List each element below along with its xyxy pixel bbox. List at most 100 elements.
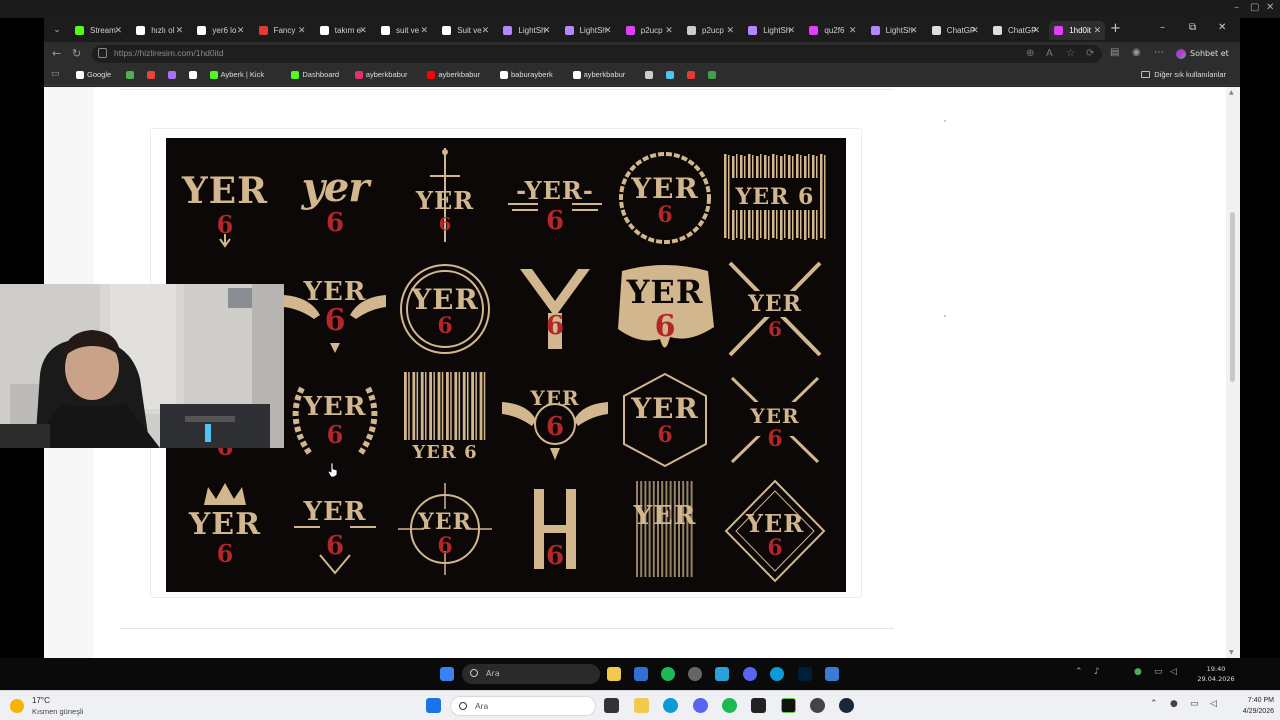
bookmark-item[interactable]: Dashboard xyxy=(291,70,339,79)
reload-icon[interactable]: ↻ xyxy=(72,47,81,60)
tab-close-icon[interactable]: ✕ xyxy=(726,21,734,40)
browser-tab[interactable]: Fancy ✕ xyxy=(254,21,310,40)
tab-close-icon[interactable]: ✕ xyxy=(665,21,673,40)
browser-tab[interactable]: suit ve ✕ xyxy=(376,21,432,40)
zoom-icon[interactable]: ⊕ xyxy=(1026,48,1034,59)
photoshop-icon[interactable] xyxy=(798,667,812,681)
tab-list-chevron-icon[interactable]: ⌄ xyxy=(50,23,64,37)
remote-search-box[interactable]: Ara xyxy=(462,664,600,684)
scroll-up-arrow-icon[interactable]: ▲ xyxy=(1229,89,1234,96)
windows-start-icon[interactable] xyxy=(440,667,454,681)
page-scrollbar[interactable]: ▲ ▼ xyxy=(1226,87,1240,658)
browser-tab[interactable]: p2ucp ✕ xyxy=(621,21,677,40)
profile-icon[interactable]: ◉ xyxy=(1132,47,1141,58)
tab-close-icon[interactable]: ✕ xyxy=(910,21,918,40)
discord-icon[interactable] xyxy=(693,698,708,713)
edge-icon[interactable] xyxy=(770,667,784,681)
scroll-down-arrow-icon[interactable]: ▼ xyxy=(1229,649,1234,656)
edge-icon[interactable] xyxy=(663,698,678,713)
favorite-star-icon[interactable]: ☆ xyxy=(1066,48,1075,59)
browser-tab[interactable]: p2ucp ✕ xyxy=(682,21,738,40)
scrollbar-thumb[interactable] xyxy=(1230,212,1235,382)
tab-close-icon[interactable]: ✕ xyxy=(114,21,122,40)
store-icon[interactable] xyxy=(634,667,648,681)
discord-icon[interactable] xyxy=(743,667,757,681)
browser-tab[interactable]: 1hd0it ✕ xyxy=(1049,21,1106,40)
terminal-icon[interactable] xyxy=(751,698,766,713)
steam-icon[interactable] xyxy=(839,698,854,713)
network-icon[interactable]: ▭ xyxy=(1190,699,1199,709)
window-minimize-icon[interactable]: – xyxy=(1160,22,1165,33)
window-restore-icon[interactable]: ⧉ xyxy=(1189,22,1196,33)
tab-close-icon[interactable]: ✕ xyxy=(1094,21,1102,40)
browser-tab[interactable]: Suit ve ✕ xyxy=(437,21,493,40)
volume-icon[interactable]: ◁ xyxy=(1210,699,1217,709)
address-bar[interactable]: https://hizliresim.com/1hd0itd ⊕ A ☆ ⟳ xyxy=(92,45,1102,63)
tab-close-icon[interactable]: ✕ xyxy=(604,21,612,40)
windows-start-icon[interactable] xyxy=(426,698,441,713)
speaker-icon[interactable]: ◁ xyxy=(1170,667,1177,677)
tray-chevron-icon[interactable]: ⌃ xyxy=(1150,699,1158,709)
collections-icon[interactable]: ▤ xyxy=(1110,47,1119,58)
tab-close-icon[interactable]: ✕ xyxy=(176,21,184,40)
tab-close-icon[interactable]: ✕ xyxy=(849,21,857,40)
bookmark-item[interactable]: Google xyxy=(76,70,111,79)
tray-chevron-icon[interactable]: ⌃ xyxy=(1075,667,1083,677)
tab-close-icon[interactable]: ✕ xyxy=(298,21,306,40)
host-search-box[interactable]: Ara xyxy=(450,696,596,716)
obs-icon[interactable] xyxy=(810,698,825,713)
browser-tab[interactable]: yer6 lo ✕ xyxy=(192,21,248,40)
copilot-chat-button[interactable]: Sohbet et xyxy=(1176,46,1230,62)
bookmark-item[interactable]: ayberkbabur xyxy=(354,70,408,79)
back-arrow-icon[interactable]: ← xyxy=(52,47,61,60)
close-icon[interactable]: ✕ xyxy=(1266,2,1274,13)
browser-tab[interactable]: LightSh ✕ xyxy=(498,21,554,40)
browser-tab[interactable]: ChatGP ✕ xyxy=(988,21,1044,40)
browser-tab[interactable]: LightSh ✕ xyxy=(743,21,799,40)
remote-clock[interactable]: 19:40 29.04.2026 xyxy=(1196,664,1236,684)
tab-close-icon[interactable]: ✕ xyxy=(237,21,245,40)
browser-tab[interactable]: LightSh ✕ xyxy=(560,21,616,40)
app-icon[interactable] xyxy=(825,667,839,681)
weather-widget[interactable]: 17°C Kısmen güneşli xyxy=(10,695,100,719)
bookmark-item[interactable]: ayberkbabur xyxy=(572,70,625,79)
browser-tab[interactable]: Stream ✕ xyxy=(70,21,126,40)
bookmark-item[interactable]: baburayberk xyxy=(500,70,553,79)
read-aloud-icon[interactable]: A xyxy=(1046,48,1053,59)
host-clock[interactable]: 7:40 PM 4/29/2026 xyxy=(1228,695,1274,717)
extensions-icon[interactable]: ⟳ xyxy=(1086,48,1094,59)
browser-tab[interactable]: LightSh ✕ xyxy=(866,21,922,40)
bookmark-item[interactable]: ayberkbabur xyxy=(427,70,480,79)
app-icon[interactable] xyxy=(781,698,796,713)
obs-icon[interactable] xyxy=(688,667,702,681)
tab-close-icon[interactable]: ✕ xyxy=(482,21,490,40)
file-explorer-icon[interactable] xyxy=(607,667,621,681)
mic-icon[interactable]: ● xyxy=(1170,699,1178,709)
tab-close-icon[interactable]: ✕ xyxy=(543,21,551,40)
file-explorer-icon[interactable] xyxy=(634,698,649,713)
new-tab-plus-icon[interactable]: + xyxy=(1110,21,1121,36)
more-menu-icon[interactable]: ⋯ xyxy=(1154,47,1164,58)
maximize-icon[interactable]: ▢ xyxy=(1250,2,1259,13)
network-icon[interactable]: ▭ xyxy=(1154,667,1163,677)
other-bookmarks-folder[interactable]: Diğer sık kullanılanlar xyxy=(1141,70,1226,79)
task-view-icon[interactable] xyxy=(604,698,619,713)
tab-close-icon[interactable]: ✕ xyxy=(359,21,367,40)
bookmark-item[interactable]: Ayberk | Kick xyxy=(209,70,264,79)
minimize-icon[interactable]: – xyxy=(1234,2,1239,13)
browser-tab[interactable]: hızlı ol ✕ xyxy=(131,21,187,40)
tab-close-icon[interactable]: ✕ xyxy=(788,21,796,40)
mic-icon[interactable]: ● xyxy=(1134,667,1142,677)
browser-tab[interactable]: qu2f6 ✕ xyxy=(804,21,860,40)
spotify-icon[interactable] xyxy=(661,667,675,681)
tab-close-icon[interactable]: ✕ xyxy=(1032,21,1040,40)
browser-tab[interactable]: ChatGP ✕ xyxy=(927,21,983,40)
tab-close-icon[interactable]: ✕ xyxy=(971,21,979,40)
sidebar-toggle-icon[interactable]: ▭ xyxy=(51,69,60,79)
tab-close-icon[interactable]: ✕ xyxy=(420,21,428,40)
volume-icon[interactable]: ♪ xyxy=(1094,667,1100,677)
telegram-icon[interactable] xyxy=(715,667,729,681)
window-close-icon[interactable]: ✕ xyxy=(1218,22,1226,33)
spotify-icon[interactable] xyxy=(722,698,737,713)
browser-tab[interactable]: takım e ✕ xyxy=(315,21,371,40)
